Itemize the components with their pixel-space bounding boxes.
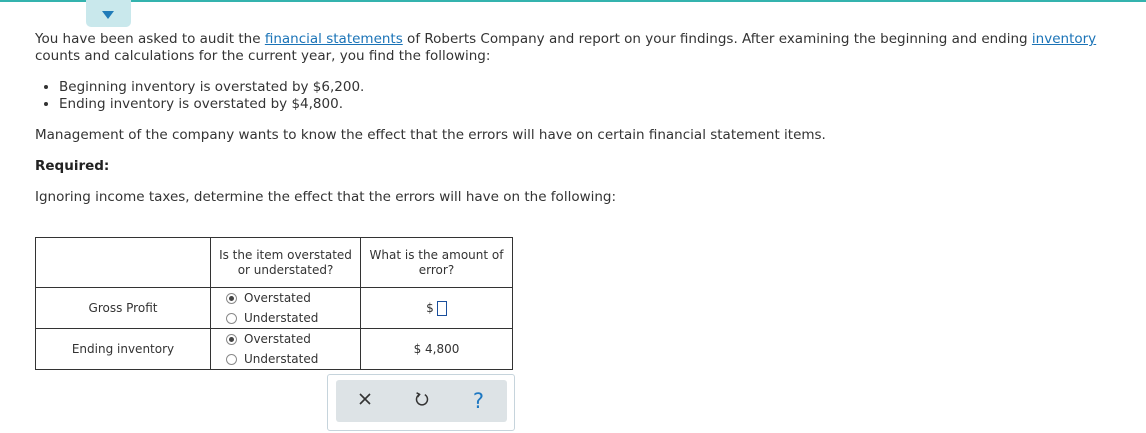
radio-button-selected[interactable] (226, 292, 237, 304)
header-amount: What is the amount of error? (360, 237, 513, 288)
radio-button[interactable] (226, 312, 237, 324)
answer-toolbar: ? (327, 374, 515, 431)
findings-list: Beginning inventory is overstated by $6,… (35, 79, 364, 113)
intro-text-part2: of Roberts Company and report on your fi… (402, 31, 1032, 47)
table-row-gross-profit: Gross Profit Overstated Understated $ (35, 287, 513, 329)
option-understated[interactable]: Understated (211, 308, 360, 328)
close-icon (358, 392, 372, 410)
required-label: Required: (35, 158, 110, 174)
option-label: Overstated (244, 332, 311, 346)
amount-value-ending-inventory: 4,800 (425, 342, 460, 356)
finding-beginning-inventory: Beginning inventory is overstated by $6,… (59, 79, 364, 96)
option-label: Understated (244, 311, 319, 325)
chevron-down-icon (102, 11, 114, 19)
reset-icon (414, 391, 430, 411)
instruction-text: Ignoring income taxes, determine the eff… (35, 189, 617, 205)
help-icon: ? (472, 389, 485, 413)
amount-cell-ending-inventory: $ 4,800 (360, 328, 513, 370)
option-overstated[interactable]: Overstated (211, 288, 360, 308)
header-amount-line1: What is the amount of (369, 247, 504, 262)
header-blank-cell (35, 237, 211, 288)
header-over-under-line2: or understated? (237, 262, 334, 277)
clear-button[interactable] (350, 386, 380, 416)
header-amount-line2: error? (418, 262, 455, 277)
option-label: Understated (244, 352, 319, 366)
amount-input-gross-profit[interactable] (436, 300, 447, 316)
radio-group-gross-profit: Overstated Understated (210, 287, 361, 329)
reset-button[interactable] (407, 386, 437, 416)
toolbar-button-strip: ? (336, 380, 507, 422)
option-overstated[interactable]: Overstated (211, 329, 360, 349)
currency-symbol: $ (426, 301, 434, 315)
problem-intro: You have been asked to audit the financi… (35, 31, 1146, 65)
top-accent-rule (0, 0, 1146, 2)
radio-button-selected[interactable] (226, 333, 237, 345)
intro-line-2: counts and calculations for the current … (35, 48, 491, 64)
header-over-under: Is the item overstated or understated? (210, 237, 361, 288)
option-label: Overstated (244, 291, 311, 305)
currency-symbol: $ (413, 342, 422, 356)
radio-button[interactable] (226, 353, 237, 365)
intro-line-1: You have been asked to audit the financi… (35, 31, 1146, 48)
help-button[interactable]: ? (464, 386, 494, 416)
intro-text-part1: You have been asked to audit the (35, 31, 265, 47)
table-row-ending-inventory: Ending inventory Overstated Understated … (35, 328, 513, 370)
row-label-ending-inventory: Ending inventory (35, 328, 211, 370)
option-understated[interactable]: Understated (211, 349, 360, 369)
financial-statements-link[interactable]: financial statements (265, 31, 403, 47)
management-text: Management of the company wants to know … (35, 127, 826, 143)
collapse-toggle-button[interactable] (86, 0, 131, 27)
header-over-under-line1: Is the item overstated (219, 247, 352, 262)
finding-ending-inventory: Ending inventory is overstated by $4,800… (59, 96, 364, 113)
amount-cell-gross-profit: $ (360, 287, 513, 329)
table-header-row: Is the item overstated or understated? W… (35, 237, 513, 288)
radio-group-ending-inventory: Overstated Understated (210, 328, 361, 370)
inventory-link[interactable]: inventory (1032, 31, 1096, 47)
row-label-gross-profit: Gross Profit (35, 287, 211, 329)
answer-table: Is the item overstated or understated? W… (35, 237, 513, 370)
